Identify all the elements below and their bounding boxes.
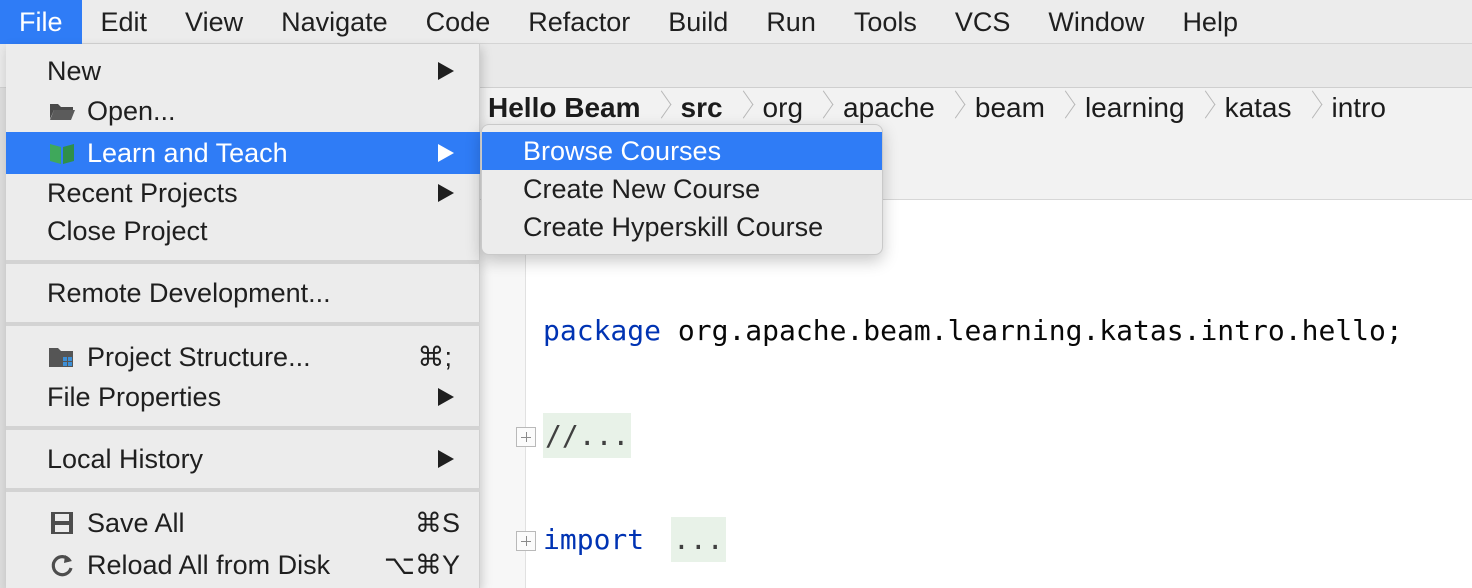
menu-help[interactable]: Help xyxy=(1163,0,1257,44)
menu-vcs[interactable]: VCS xyxy=(936,0,1030,44)
chevron-right-icon xyxy=(947,91,961,125)
reload-icon xyxy=(48,551,76,579)
menu-item-file-properties[interactable]: File Properties xyxy=(6,376,480,418)
menu-item-label: Create Hyperskill Course xyxy=(523,211,824,242)
chevron-right-icon xyxy=(1304,91,1318,125)
menu-file[interactable]: File xyxy=(0,0,82,44)
menu-code[interactable]: Code xyxy=(407,0,510,44)
package-path: org.apache.beam.learning.katas.intro.hel… xyxy=(661,314,1403,347)
menu-item-project-structure[interactable]: Project Structure... ⌘; xyxy=(6,336,480,378)
menu-item-label: Browse Courses xyxy=(523,135,722,166)
menu-tools[interactable]: Tools xyxy=(835,0,936,44)
submenu-arrow-icon xyxy=(438,62,454,80)
menu-item-close-project[interactable]: Close Project xyxy=(6,210,480,252)
folded-imports[interactable]: ... xyxy=(671,517,726,562)
menu-item-shortcut: ⌘S xyxy=(414,507,460,538)
code-line-package[interactable]: package org.apache.beam.learning.katas.i… xyxy=(543,314,1403,347)
menu-item-label: Save All xyxy=(87,507,185,538)
menu-refactor[interactable]: Refactor xyxy=(509,0,649,44)
menu-navigate[interactable]: Navigate xyxy=(262,0,407,44)
code-line-comment-fold[interactable]: //... xyxy=(543,413,632,458)
menu-item-label: Learn and Teach xyxy=(87,137,288,168)
breadcrumb-item-src[interactable]: src xyxy=(681,92,723,124)
menu-view[interactable]: View xyxy=(166,0,262,44)
menu-item-shortcut: ⌘; xyxy=(417,341,452,372)
menu-separator xyxy=(6,260,480,264)
folder-icon xyxy=(48,97,76,125)
file-menu: New Open... Learn and Teach Recent Proje… xyxy=(6,44,480,588)
menu-item-save-all[interactable]: Save All ⌘S xyxy=(6,502,480,544)
menu-item-recent-projects[interactable]: Recent Projects xyxy=(6,172,480,214)
menu-separator xyxy=(6,488,480,492)
breadcrumb: Hello Beam src org apache beam learning … xyxy=(480,88,1472,128)
chevron-right-icon xyxy=(815,91,829,125)
code-line-imports[interactable]: import ... xyxy=(543,517,726,562)
folded-comment[interactable]: //... xyxy=(543,413,632,458)
breadcrumb-item-learning[interactable]: learning xyxy=(1085,92,1185,124)
breadcrumb-item-org[interactable]: org xyxy=(763,92,803,124)
menu-window[interactable]: Window xyxy=(1029,0,1163,44)
menu-item-open[interactable]: Open... xyxy=(6,90,480,132)
menu-separator xyxy=(6,322,480,326)
breadcrumb-item-project[interactable]: Hello Beam xyxy=(488,92,641,124)
menu-item-remote-development[interactable]: Remote Development... xyxy=(6,272,480,314)
submenu-arrow-icon xyxy=(438,450,454,468)
menu-item-label: Reload All from Disk xyxy=(87,549,331,580)
menu-build[interactable]: Build xyxy=(649,0,747,44)
fold-expand-icon[interactable] xyxy=(516,531,536,551)
menu-item-shortcut: ⌥⌘Y xyxy=(383,549,460,580)
menu-item-label: Recent Projects xyxy=(47,177,238,208)
chevron-right-icon xyxy=(1197,91,1211,125)
menu-item-new[interactable]: New xyxy=(6,50,480,92)
project-structure-icon xyxy=(48,343,76,371)
breadcrumb-item-katas[interactable]: katas xyxy=(1225,92,1292,124)
menu-item-create-new-course[interactable]: Create New Course xyxy=(482,170,882,208)
menu-item-label: Create New Course xyxy=(523,173,761,204)
menu-item-label: Project Structure... xyxy=(87,341,311,372)
breadcrumb-item-intro[interactable]: intro xyxy=(1332,92,1386,124)
submenu-arrow-icon xyxy=(438,144,454,162)
menu-bar: File Edit View Navigate Code Refactor Bu… xyxy=(0,0,1472,44)
menu-item-label: Local History xyxy=(47,443,204,474)
menu-item-label: Remote Development... xyxy=(47,277,331,308)
menu-item-local-history[interactable]: Local History xyxy=(6,438,480,480)
submenu-arrow-icon xyxy=(438,184,454,202)
menu-item-label: New xyxy=(47,55,102,86)
book-icon xyxy=(48,139,76,167)
chevron-right-icon xyxy=(1057,91,1071,125)
fold-expand-icon[interactable] xyxy=(516,427,536,447)
menu-edit[interactable]: Edit xyxy=(82,0,167,44)
menu-item-reload-all[interactable]: Reload All from Disk ⌥⌘Y xyxy=(6,544,480,586)
menu-item-learn-and-teach[interactable]: Learn and Teach xyxy=(6,132,480,174)
chevron-right-icon xyxy=(735,91,749,125)
breadcrumb-item-apache[interactable]: apache xyxy=(843,92,935,124)
breadcrumb-item-beam[interactable]: beam xyxy=(975,92,1045,124)
keyword-package: package xyxy=(543,314,662,347)
menu-run[interactable]: Run xyxy=(747,0,835,44)
menu-item-create-hyperskill-course[interactable]: Create Hyperskill Course xyxy=(482,208,882,246)
menu-item-label: File Properties xyxy=(47,381,222,412)
menu-separator xyxy=(6,426,480,430)
submenu-arrow-icon xyxy=(438,388,454,406)
menu-item-browse-courses[interactable]: Browse Courses xyxy=(482,132,882,170)
learn-and-teach-submenu: Browse Courses Create New Course Create … xyxy=(481,124,883,255)
editor-gutter xyxy=(480,200,526,588)
menu-item-label: Open... xyxy=(87,95,176,126)
keyword-import: import xyxy=(543,523,645,556)
menu-item-label: Close Project xyxy=(47,215,208,246)
chevron-right-icon xyxy=(653,91,667,125)
save-icon xyxy=(48,509,76,537)
